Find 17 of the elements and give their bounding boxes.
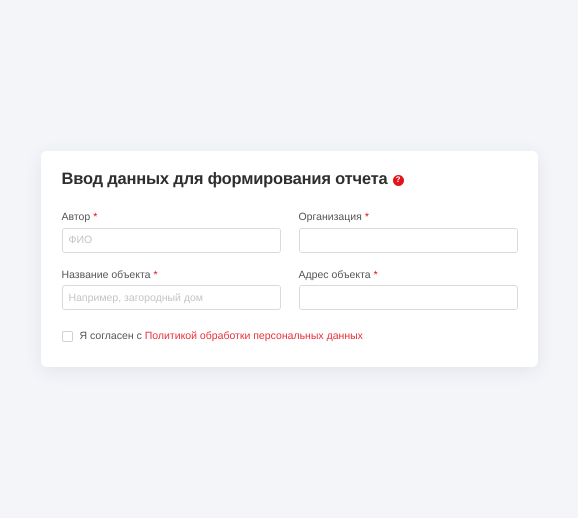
privacy-policy-link[interactable]: Политикой обработки персональных данных [144,330,363,342]
input-field[interactable]: ФИО [62,228,280,253]
input-field[interactable]: Например, загородный дом [62,285,280,310]
required-mark: * [364,211,369,224]
field-label: Автор [62,211,90,224]
input-field[interactable] [298,228,518,253]
input-field[interactable] [298,285,518,310]
required-mark: * [154,268,158,281]
required-mark: * [374,268,378,281]
consent-checkbox[interactable] [62,331,72,342]
required-mark: * [93,211,98,224]
field-label: Адрес объекта [298,268,371,281]
field-label: Название объекта [62,268,150,281]
consent-text: Я согласен с Политикой обработки персональных данных [80,329,363,344]
help-icon[interactable]: ? [392,174,404,186]
form-title: Ввод данных для формирования отчета [62,170,388,188]
field-label: Организация [298,211,362,224]
